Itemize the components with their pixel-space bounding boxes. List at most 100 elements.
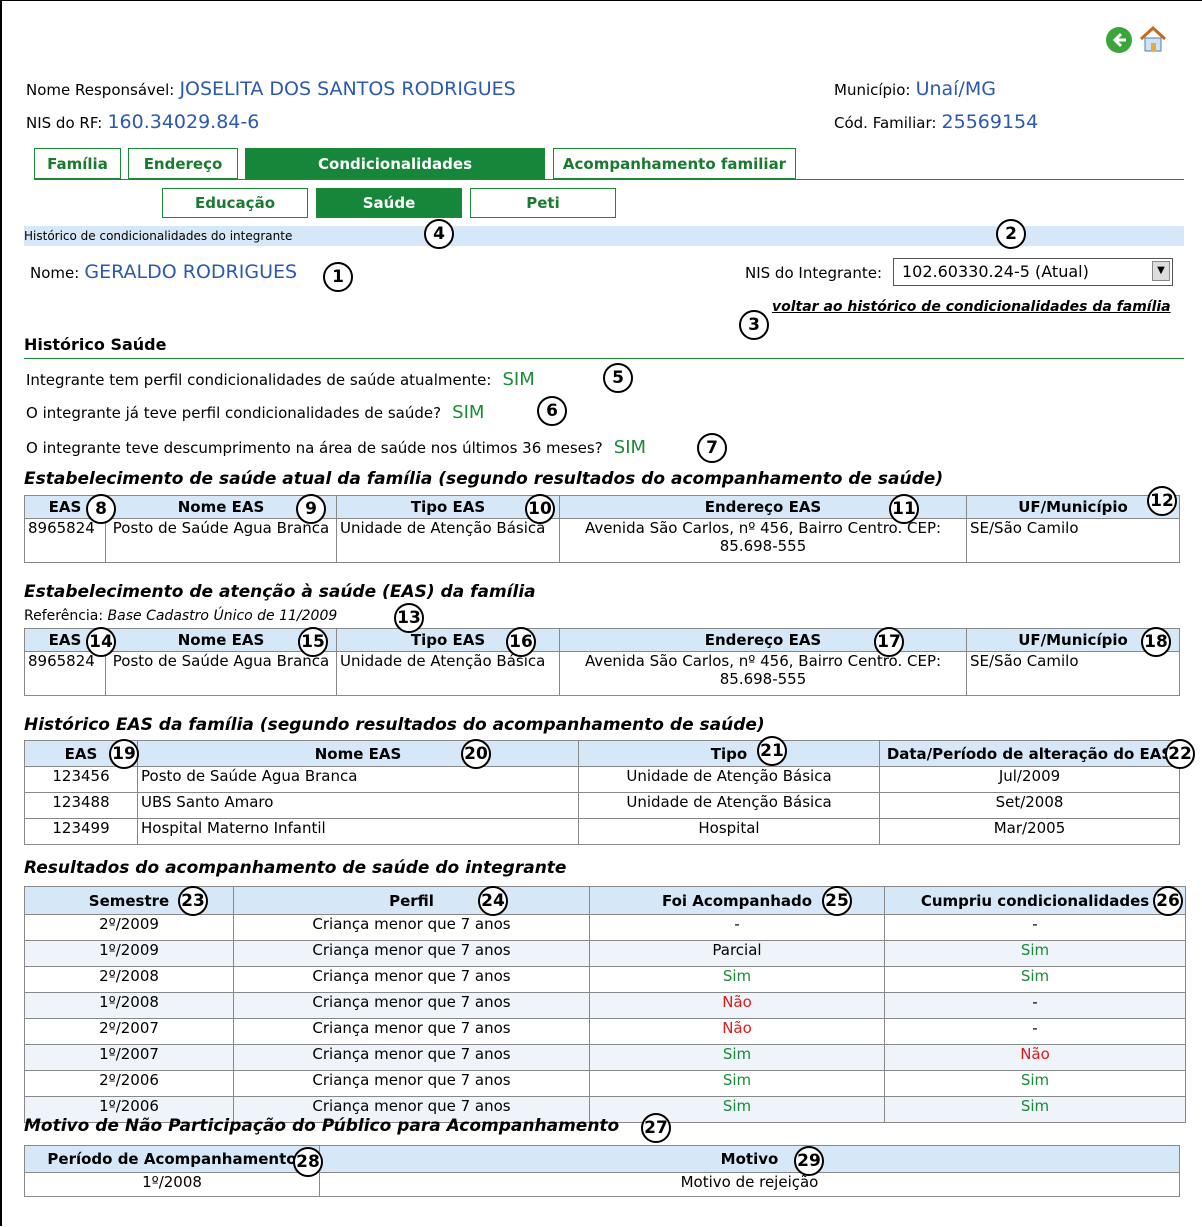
cell: Não xyxy=(884,1044,1186,1071)
col-nome-eas: Nome EAS xyxy=(137,740,579,767)
col-tipo: Tipo xyxy=(578,740,880,767)
cell: SE/São Camilo xyxy=(966,518,1180,563)
annotation-marker: 12 xyxy=(1147,486,1177,516)
annotation-marker: 9 xyxy=(296,494,326,524)
cell: Sim xyxy=(884,966,1186,993)
table-row: 2º/2008 Criança menor que 7 anos Sim Sim xyxy=(24,966,1186,993)
cell: Avenida São Carlos, nº 456, Bairro Centr… xyxy=(559,651,967,696)
cell: UBS Santo Amaro xyxy=(137,792,579,819)
annotation-marker: 25 xyxy=(822,886,852,916)
table-row: 2º/2009 Criança menor que 7 anos - - xyxy=(24,914,1186,941)
annotation-marker: 14 xyxy=(86,627,116,657)
cell: 2º/2006 xyxy=(24,1070,234,1097)
cell: Criança menor que 7 anos xyxy=(233,1044,590,1071)
annotation-marker: 19 xyxy=(109,739,139,769)
table-row: 123499 Hospital Materno Infantil Hospital M… xyxy=(24,818,1180,845)
cell: Mar/2005 xyxy=(879,818,1180,845)
chevron-down-icon[interactable]: ▼ xyxy=(1152,261,1170,281)
q2-label: O integrante já teve perfil condicionali… xyxy=(26,404,442,422)
annotation-marker: 6 xyxy=(537,396,567,426)
subtab-saude[interactable]: Saúde xyxy=(316,188,462,218)
cod-familiar: Cód. Familiar: 25569154 xyxy=(834,111,1038,133)
referencia: Referência: Base Cadastro Único de 11/20… xyxy=(24,608,337,624)
cell: Sim xyxy=(589,1044,885,1071)
annotation-marker: 1 xyxy=(323,262,353,292)
cell: 2º/2007 xyxy=(24,1018,234,1045)
cell: Jul/2009 xyxy=(879,766,1180,793)
cell: Unidade de Atenção Básica xyxy=(578,766,880,793)
cod-familiar-label: Cód. Familiar: xyxy=(834,114,937,132)
est-familia-title: Estabelecimento de atenção à saúde (EAS)… xyxy=(24,582,536,602)
cell: 1º/2009 xyxy=(24,940,234,967)
cell: Sim xyxy=(884,940,1186,967)
resultados-table: Semestre Perfil Foi Acompanhado Cumpriu … xyxy=(24,886,1186,1123)
cell: - xyxy=(884,1018,1186,1045)
cell: Criança menor que 7 anos xyxy=(233,1070,590,1097)
annotation-marker: 18 xyxy=(1141,627,1171,657)
table-row: 1º/2007 Criança menor que 7 anos Sim Não xyxy=(24,1044,1186,1071)
hist-eas-table: EAS Nome EAS Tipo Data/Período de altera… xyxy=(24,740,1180,845)
cell: Criança menor que 7 anos xyxy=(233,966,590,993)
nis-integrante-select[interactable]: 102.60330.24-5 (Atual) ▼ xyxy=(893,258,1173,286)
referencia-value: Base Cadastro Único de 11/2009 xyxy=(107,608,338,624)
table-row: 8965824 Posto de Saúde Agua Branca Unida… xyxy=(24,518,1180,563)
municipio-value: Unaí/MG xyxy=(915,78,996,100)
annotation-marker: 27 xyxy=(641,1113,671,1143)
annotation-marker: 23 xyxy=(178,886,208,916)
voltar-link[interactable]: voltar ao histórico de condicionalidades… xyxy=(772,299,1171,315)
cell: Sim xyxy=(884,1096,1186,1123)
est-familia-table: EAS Nome EAS Tipo EAS Endereço EAS UF/Mu… xyxy=(24,628,1180,696)
tab-condicionalidades[interactable]: Condicionalidades xyxy=(245,148,545,179)
col-motivo: Motivo xyxy=(319,1145,1180,1173)
cell: Sim xyxy=(589,966,885,993)
tabs-divider xyxy=(34,179,1184,180)
cell: 2º/2008 xyxy=(24,966,234,993)
table-row: 1º/2009 Criança menor que 7 anos Parcial Si… xyxy=(24,940,1186,967)
cell: Set/2008 xyxy=(879,792,1180,819)
back-arrow-icon[interactable] xyxy=(1106,27,1132,53)
municipio-label: Município: xyxy=(834,81,911,99)
cell: Sim xyxy=(884,1070,1186,1097)
cell: Hospital Materno Infantil xyxy=(137,818,579,845)
cell: Criança menor que 7 anos xyxy=(233,992,590,1019)
integrante-nome: Nome: GERALDO RODRIGUES xyxy=(30,261,297,283)
cell: Parcial xyxy=(589,940,885,967)
motivo-title: Motivo de Não Participação do Público pa… xyxy=(24,1116,620,1136)
annotation-marker: 2 xyxy=(996,219,1026,249)
annotation-marker: 15 xyxy=(298,627,328,657)
table-row: 1º/2008 Criança menor que 7 anos Não - xyxy=(24,992,1186,1019)
resultados-title: Resultados do acompanhamento de saúde do… xyxy=(24,858,567,878)
table-row: 2º/2007 Criança menor que 7 anos Não - xyxy=(24,1018,1186,1045)
tab-familia[interactable]: Família xyxy=(34,148,121,179)
annotation-marker: 7 xyxy=(697,433,727,463)
cell: - xyxy=(589,914,885,941)
cell: Criança menor que 7 anos xyxy=(233,1018,590,1045)
nis-integrante-value: 102.60330.24-5 (Atual) xyxy=(902,262,1089,281)
table-row: 123488 UBS Santo Amaro Unidade de Atenção … xyxy=(24,792,1180,819)
annotation-marker: 10 xyxy=(525,494,555,524)
table-row: 2º/2006 Criança menor que 7 anos Sim Sim xyxy=(24,1070,1186,1097)
subtab-peti[interactable]: Peti xyxy=(470,188,616,218)
cell: Posto de Saúde Agua Branca xyxy=(105,651,337,696)
cell: 123488 xyxy=(24,792,138,819)
subtab-educacao[interactable]: Educação xyxy=(162,188,308,218)
cell: 8965824 xyxy=(24,518,106,563)
col-periodo: Período de Acompanhamento xyxy=(24,1145,320,1173)
annotation-marker: 24 xyxy=(478,886,508,916)
q1-answer: SIM xyxy=(502,369,535,390)
nis-integrante-label: NIS do Integrante: xyxy=(745,264,882,282)
cell: 123456 xyxy=(24,766,138,793)
cell: Unidade de Atenção Básica xyxy=(336,518,560,563)
q3-row: O integrante teve descumprimento na área… xyxy=(26,437,646,458)
nis-rf: NIS do RF: 160.34029.84-6 xyxy=(26,111,259,133)
cell: Sim xyxy=(589,1096,885,1123)
home-icon[interactable] xyxy=(1138,24,1168,54)
cell: 1º/2008 xyxy=(24,992,234,1019)
cell: 8965824 xyxy=(24,651,106,696)
tab-endereco[interactable]: Endereço xyxy=(128,148,238,179)
cell: 2º/2009 xyxy=(24,914,234,941)
cell: Posto de Saúde Agua Branca xyxy=(105,518,337,563)
cell: SE/São Camilo xyxy=(966,651,1180,696)
cell: Não xyxy=(589,1018,885,1045)
tab-acompanhamento-familiar[interactable]: Acompanhamento familiar xyxy=(553,148,796,179)
